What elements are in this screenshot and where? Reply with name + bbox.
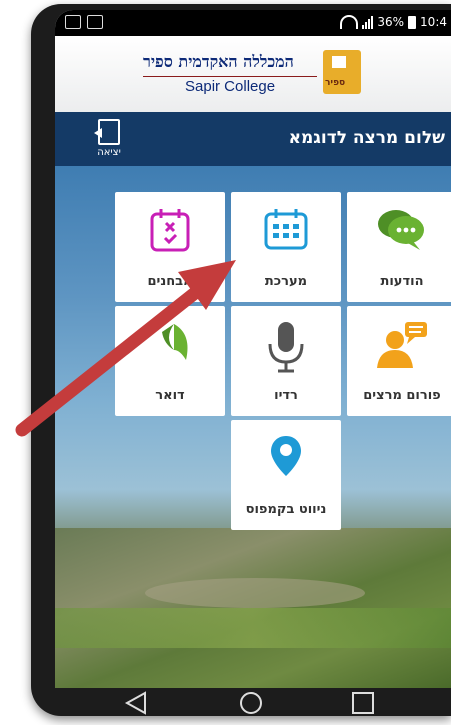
map-pin-icon	[271, 436, 301, 476]
tile-messages[interactable]: הודעות	[347, 192, 451, 302]
tile-messages-label: הודעות	[380, 274, 424, 289]
signal-icon	[362, 15, 374, 29]
college-name-hebrew: המכללה האקדמית ספיר	[143, 52, 294, 71]
dashboard: הודעות מערכת מבחנים פורום מרצים רדיו דוא…	[55, 166, 451, 688]
exit-icon	[94, 119, 120, 145]
exit-button[interactable]: יציאה	[89, 119, 129, 158]
forum-icon	[377, 322, 427, 368]
tile-schedule-label: מערכת	[264, 274, 308, 289]
mail-icon	[162, 324, 188, 360]
exam-calendar-icon	[150, 209, 190, 252]
tile-mail-label: דואר	[155, 388, 185, 403]
tile-schedule[interactable]: מערכת	[231, 192, 341, 302]
wifi-icon	[340, 15, 359, 29]
tile-exams[interactable]: מבחנים	[115, 192, 225, 302]
tile-lecturer-forum-label: פורום מרצים	[363, 388, 441, 403]
status-notifications	[65, 15, 103, 29]
status-bar: 36% 10:4	[55, 10, 451, 36]
campus-field	[55, 608, 451, 648]
exit-label: יציאה	[97, 147, 121, 158]
college-name-english: Sapir College	[185, 78, 276, 95]
image-notification-icon	[87, 15, 103, 29]
tile-mail[interactable]: דואר	[115, 306, 225, 416]
tile-campus-navigation-label: ניווט בקמפוס	[245, 502, 327, 517]
tile-campus-navigation[interactable]: ניווט בקמפוס	[231, 420, 341, 530]
battery-percent: 36%	[377, 15, 405, 29]
app-header: יציאה שלום מרצה לדוגמא	[55, 112, 451, 166]
battery-icon	[408, 15, 417, 29]
logo-bar: המכללה האקדמית ספיר Sapir College ספיר	[55, 36, 451, 112]
tile-exams-label: מבחנים	[147, 274, 193, 289]
logo-divider	[143, 76, 317, 77]
android-nav-bar	[31, 688, 451, 716]
chat-bubbles-icon	[378, 210, 424, 250]
calendar-icon	[264, 209, 308, 250]
greeting-text: שלום מרצה לדוגמא	[288, 128, 445, 148]
screen: 36% 10:4 המכללה האקדמית ספיר Sapir Colle…	[55, 10, 451, 688]
microphone-icon	[268, 322, 304, 373]
logo-mark-text: ספיר	[325, 78, 346, 88]
phone-frame: 36% 10:4 המכללה האקדמית ספיר Sapir Colle…	[31, 4, 451, 716]
back-icon[interactable]	[123, 690, 151, 716]
clock: 10:4	[420, 15, 447, 29]
tile-radio-label: רדיו	[274, 388, 298, 403]
campus-background	[55, 528, 451, 688]
campus-road	[145, 578, 365, 608]
recents-icon[interactable]	[349, 690, 377, 716]
tile-radio[interactable]: רדיו	[231, 306, 341, 416]
status-indicators: 36% 10:4	[340, 15, 447, 29]
college-logo: ספיר	[323, 50, 361, 94]
notification-icon	[65, 15, 81, 29]
home-icon[interactable]	[237, 690, 265, 716]
tile-lecturer-forum[interactable]: פורום מרצים	[347, 306, 451, 416]
